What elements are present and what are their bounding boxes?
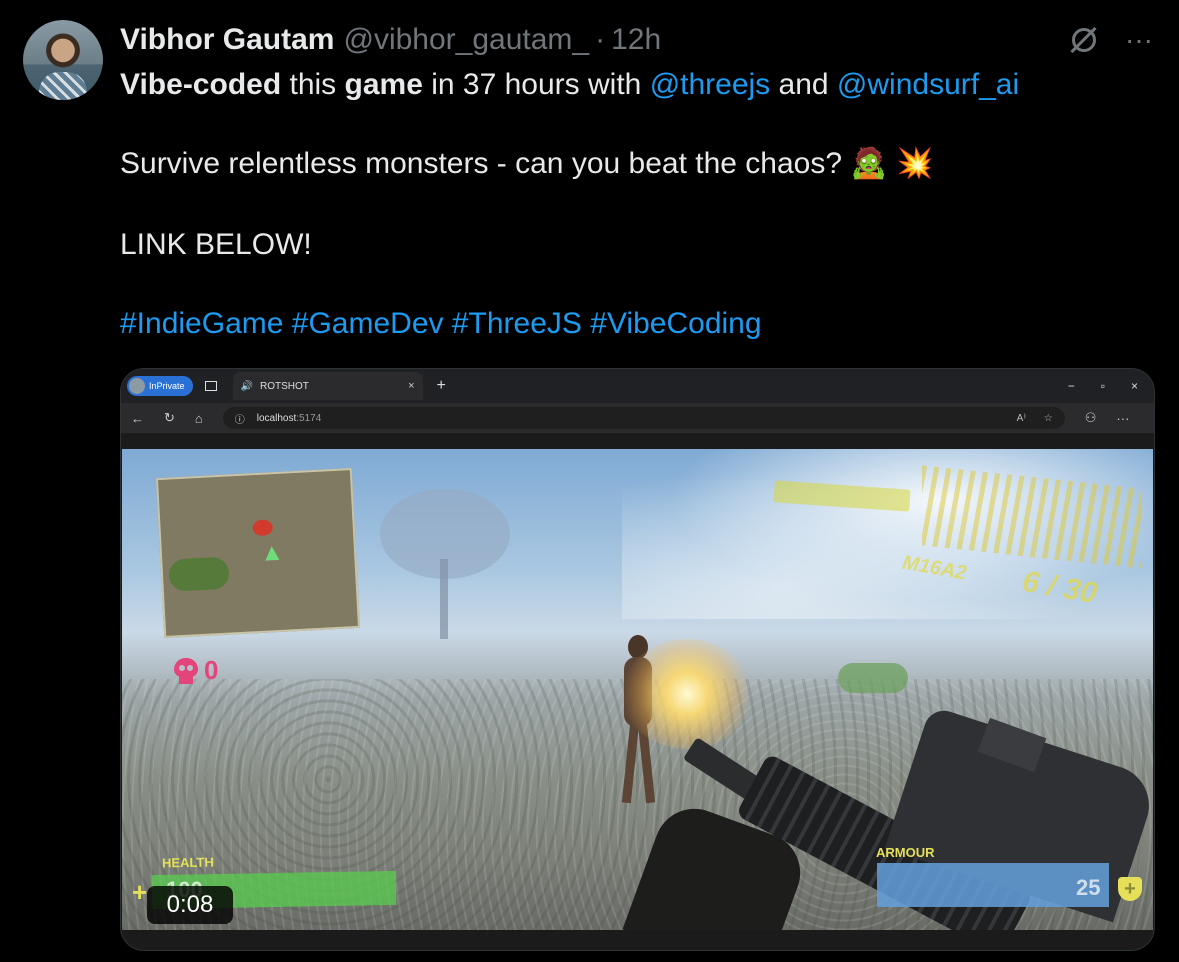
tree bbox=[380, 489, 510, 639]
weapon-name: M16A2 bbox=[900, 551, 968, 585]
bold-game: game bbox=[344, 68, 423, 101]
armour-bar bbox=[877, 863, 1109, 907]
minimap bbox=[155, 467, 361, 639]
home-icon[interactable]: ⌂ bbox=[195, 411, 203, 426]
game-viewport[interactable]: 0 M16A2 6 / 30 HEALTH + 100 ARMOUR 25 + bbox=[122, 449, 1153, 930]
favorite-icon[interactable]: ☆ bbox=[1044, 413, 1053, 424]
video-media[interactable]: InPrivate 🔊 ROTSHOT × + − ▫ × ← ↻ ⌂ ⓘ lo… bbox=[120, 368, 1155, 951]
url-field[interactable]: ⓘ localhost:5174 A⁾ ☆ bbox=[222, 407, 1065, 429]
health-label: HEALTH bbox=[161, 854, 214, 871]
tab-actions-icon[interactable] bbox=[204, 381, 217, 391]
url-text: localhost:5174 bbox=[257, 413, 322, 424]
armour-label: ARMOUR bbox=[876, 845, 935, 860]
hashtag-vibecoding[interactable]: #VibeCoding bbox=[590, 307, 761, 340]
browser-menu-icon[interactable]: ··· bbox=[1116, 411, 1129, 426]
minimap-bush-marker bbox=[168, 556, 230, 592]
new-tab-icon[interactable]: + bbox=[437, 377, 446, 395]
rifle-icon bbox=[773, 480, 911, 512]
back-icon[interactable]: ← bbox=[131, 411, 144, 426]
site-info-icon[interactable]: ⓘ bbox=[235, 411, 245, 426]
ammo-count: 6 / 30 bbox=[1019, 564, 1100, 611]
bold-vibe-coded: Vibe-coded bbox=[120, 68, 282, 101]
browser-tab[interactable]: 🔊 ROTSHOT × bbox=[232, 372, 423, 400]
post-time[interactable]: 12h bbox=[611, 23, 661, 57]
inprivate-label: InPrivate bbox=[149, 381, 185, 391]
survive-text: Survive relentless monsters - can you be… bbox=[120, 147, 843, 180]
hashtag-indiegame[interactable]: #IndieGame bbox=[120, 307, 283, 340]
skull-icon bbox=[174, 657, 198, 684]
restore-icon[interactable]: ▫ bbox=[1101, 379, 1105, 393]
health-plus-icon: + bbox=[132, 877, 148, 907]
text-segment: in 37 hours with bbox=[422, 68, 650, 101]
tweet-actions-top: ··· bbox=[1069, 24, 1153, 56]
tweet-header: Vibhor Gautam @vibhor_gautam_ · 12h bbox=[120, 22, 661, 58]
browser-tabbar: InPrivate 🔊 ROTSHOT × + − ▫ × bbox=[121, 369, 1154, 403]
hashtag-threejs[interactable]: #ThreeJS bbox=[452, 307, 582, 340]
avatar-shirt bbox=[39, 72, 87, 100]
armour-shield-icon: + bbox=[1118, 877, 1142, 901]
read-aloud-icon[interactable]: A⁾ bbox=[1017, 413, 1026, 424]
tab-title: ROTSHOT bbox=[259, 380, 309, 392]
tree-trunk bbox=[440, 559, 448, 639]
minimap-player-marker bbox=[264, 545, 280, 561]
kill-count: 0 bbox=[204, 655, 219, 685]
url-port: :5174 bbox=[296, 412, 322, 424]
weapon-hud: M16A2 6 / 30 bbox=[762, 465, 1152, 625]
browser-addressbar: ← ↻ ⌂ ⓘ localhost:5174 A⁾ ☆ ⚇ ··· bbox=[121, 403, 1154, 433]
kill-counter: 0 bbox=[174, 655, 218, 686]
hashtag-gamedev[interactable]: #GameDev bbox=[292, 307, 444, 340]
armour-value: 25 bbox=[1076, 875, 1101, 900]
bush bbox=[838, 663, 908, 693]
hashtags-line: #IndieGame #GameDev #ThreeJS #VibeCoding bbox=[120, 306, 1160, 342]
author-handle[interactable]: @vibhor_gautam_ bbox=[343, 23, 589, 57]
minimize-icon[interactable]: − bbox=[1068, 379, 1075, 393]
grok-icon[interactable] bbox=[1069, 25, 1099, 55]
speaker-icon[interactable]: 🔊 bbox=[241, 381, 253, 392]
tweet-line-1: Vibe-coded this game in 37 hours with @t… bbox=[120, 67, 1160, 103]
window-controls: − ▫ × bbox=[1068, 379, 1138, 393]
more-options-icon[interactable]: ··· bbox=[1125, 24, 1153, 56]
reload-icon[interactable]: ↻ bbox=[164, 410, 175, 426]
url-host: localhost bbox=[256, 412, 297, 424]
zombie-explosion-emoji: 🧟 💥 bbox=[850, 147, 934, 180]
minimap-enemy-marker bbox=[252, 519, 274, 537]
video-timestamp: 0:08 bbox=[147, 886, 233, 924]
mention-threejs[interactable]: @threejs bbox=[650, 68, 771, 101]
tab-close-icon[interactable]: × bbox=[408, 380, 414, 392]
separator-dot: · bbox=[595, 23, 606, 56]
close-window-icon[interactable]: × bbox=[1131, 379, 1138, 393]
text-segment: and bbox=[770, 68, 837, 101]
inprivate-badge[interactable]: InPrivate bbox=[127, 376, 193, 396]
text-segment: this bbox=[281, 68, 345, 101]
author-name[interactable]: Vibhor Gautam bbox=[120, 23, 334, 57]
ammo-bars bbox=[922, 465, 1142, 569]
profile-icon bbox=[129, 378, 145, 394]
tweet-line-2: Survive relentless monsters - can you be… bbox=[120, 146, 1160, 182]
mention-windsurf[interactable]: @windsurf_ai bbox=[837, 68, 1019, 101]
tweet-line-3: LINK BELOW! bbox=[120, 228, 312, 261]
extensions-icon[interactable]: ⚇ bbox=[1085, 410, 1097, 426]
author-avatar[interactable] bbox=[23, 20, 103, 100]
